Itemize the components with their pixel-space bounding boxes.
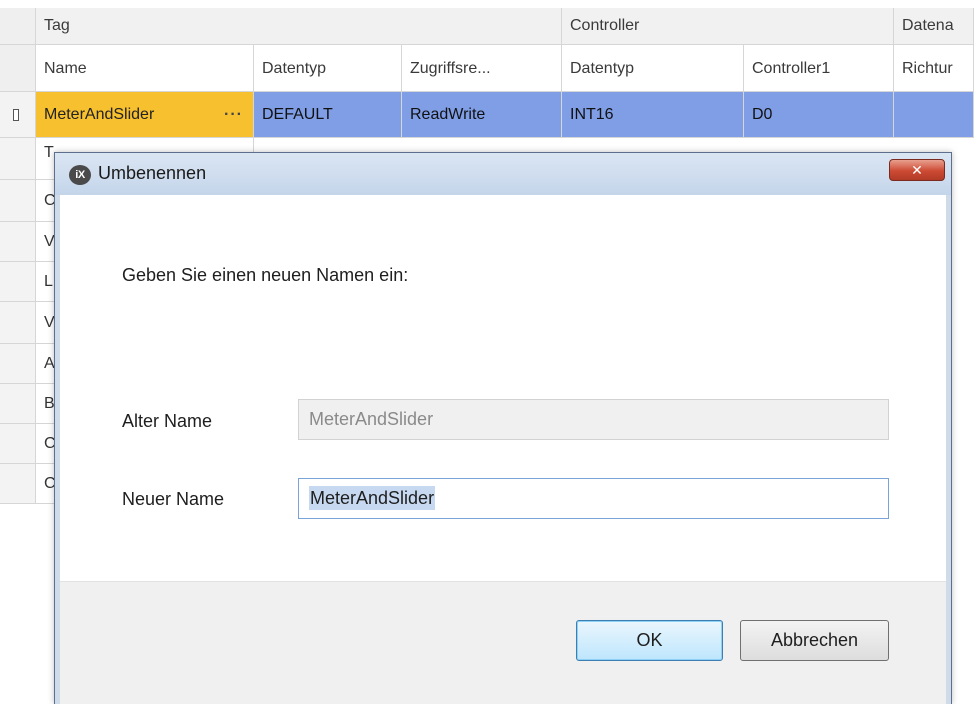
dialog-titlebar[interactable]: iX Umbenennen ✕ <box>55 153 951 195</box>
old-name-label: Alter Name <box>122 411 213 431</box>
row-header[interactable] <box>0 424 36 464</box>
close-icon: ✕ <box>911 162 923 178</box>
group-header-tag: Tag <box>36 8 562 45</box>
cancel-button[interactable]: Abbrechen <box>740 620 889 661</box>
selected-cell-datatype[interactable]: DEFAULT <box>254 92 402 138</box>
row-header[interactable] <box>0 464 36 504</box>
row-header[interactable] <box>0 344 36 384</box>
group-header-datena: Datena <box>894 8 974 45</box>
new-name-label: Neuer Name <box>122 489 225 509</box>
column-header-name[interactable]: Name <box>36 45 254 92</box>
rename-dialog: iX Umbenennen ✕ Geben Sie einen neuen Na… <box>54 152 952 704</box>
dialog-content: Geben Sie einen neuen Namen ein: Alter N… <box>60 195 946 704</box>
row-header-selected[interactable] <box>0 92 36 138</box>
row-header[interactable] <box>0 138 36 180</box>
dialog-button-bar: OK Abbrechen <box>60 581 946 704</box>
row-header[interactable] <box>0 302 36 344</box>
selected-cell-controller1[interactable]: D0 <box>744 92 894 138</box>
group-header-controller: Controller <box>562 8 894 45</box>
row-pointer-icon <box>13 109 19 121</box>
close-button[interactable]: ✕ <box>889 159 945 181</box>
ok-button[interactable]: OK <box>576 620 723 661</box>
old-name-field: MeterAndSlider <box>298 399 889 440</box>
new-name-selected-text[interactable]: MeterAndSlider <box>309 486 436 510</box>
new-name-input[interactable]: MeterAndSlider <box>298 478 889 519</box>
column-header-controller-datatype[interactable]: Datentyp <box>562 45 744 92</box>
column-header-controller1[interactable]: Controller1 <box>744 45 894 92</box>
old-name-value: MeterAndSlider <box>309 409 434 429</box>
row-header[interactable] <box>0 180 36 222</box>
dialog-title: Umbenennen <box>98 163 207 183</box>
grid-corner-cell-2 <box>0 45 36 92</box>
rename-prompt: Geben Sie einen neuen Namen ein: <box>122 265 409 285</box>
selected-cell-controller-datatype[interactable]: INT16 <box>562 92 744 138</box>
grid-corner-cell <box>0 8 36 45</box>
ellipsis-button[interactable]: ··· <box>224 92 243 137</box>
selected-cell-access[interactable]: ReadWrite <box>402 92 562 138</box>
selected-cell-direction[interactable] <box>894 92 974 138</box>
column-header-datatype[interactable]: Datentyp <box>254 45 402 92</box>
column-header-access[interactable]: Zugriffsre... <box>402 45 562 92</box>
column-header-direction[interactable]: Richtur <box>894 45 974 92</box>
selected-cell-name[interactable]: MeterAndSlider ··· <box>36 92 254 138</box>
row-header[interactable] <box>0 222 36 262</box>
ix-app-icon: iX <box>69 165 91 185</box>
selected-cell-name-text: MeterAndSlider <box>44 106 155 123</box>
row-header[interactable] <box>0 262 36 302</box>
row-header[interactable] <box>0 384 36 424</box>
